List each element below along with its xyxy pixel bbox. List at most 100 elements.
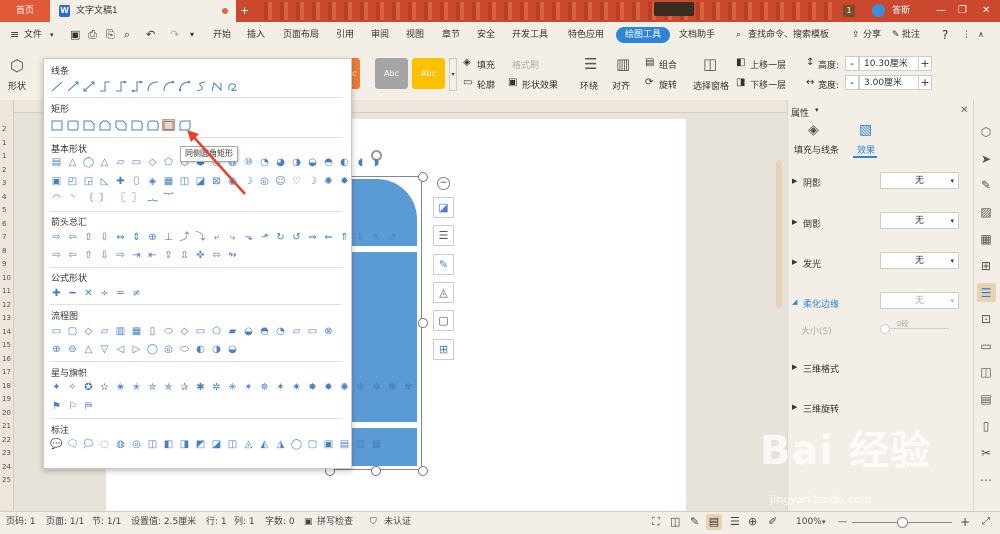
rect-row-shape-icon[interactable] (98, 119, 111, 131)
maximize-button[interactable]: ❐ (958, 0, 967, 22)
star-row-shape-icon[interactable]: ✱ (194, 382, 207, 394)
flow-row-shape-icon[interactable]: ◐ (194, 344, 207, 356)
flow-row-shape-icon[interactable]: ◁ (114, 344, 127, 356)
flow-row-shape-icon[interactable]: ◒ (242, 326, 255, 338)
flow-row-shape-icon[interactable]: ▭ (50, 326, 63, 338)
basic-row-shape-icon[interactable]: ◲ (82, 176, 95, 188)
zoom-level[interactable]: 100% (796, 511, 822, 533)
line-row-shape-icon[interactable] (66, 80, 79, 92)
formula-row-shape-icon[interactable]: ═ (114, 288, 127, 300)
rect-row-shape-icon[interactable] (82, 119, 95, 131)
flow-row-shape-icon[interactable]: ⬠ (210, 326, 223, 338)
menu-item-special-apps[interactable]: 特色应用 (568, 22, 604, 48)
callout-row-shape-icon[interactable]: ◪ (210, 439, 223, 451)
rotate-icon[interactable]: ⟳ (645, 77, 653, 88)
star-row-shape-icon[interactable]: ⚐ (66, 401, 79, 413)
callout-row-shape-icon[interactable]: ▢ (306, 439, 319, 451)
3d-rotation-label[interactable]: 三维旋转 (803, 402, 839, 415)
basic-row-shape-icon[interactable]: ⬠ (162, 157, 175, 169)
star-row-shape-icon[interactable]: ✫ (98, 382, 111, 394)
formula-row-shape-icon[interactable]: ━ (66, 288, 79, 300)
flow-row-shape-icon[interactable]: ⊗ (322, 326, 335, 338)
basic-row-shape-icon[interactable]: ✺ (322, 176, 335, 188)
callout-row-shape-icon[interactable]: ◫ (146, 439, 159, 451)
user-name[interactable]: 答斯 (892, 0, 910, 22)
menu-item-reference[interactable]: 引用 (336, 22, 354, 48)
arrow-row-shape-icon[interactable]: ⇦ (66, 232, 79, 244)
star-row-shape-icon[interactable]: ✴ (242, 382, 255, 394)
cursor-icon[interactable]: ➤ (979, 152, 993, 166)
shape-icon[interactable]: ⬡ (10, 56, 24, 75)
flow-row-shape-icon[interactable]: ⊕ (50, 344, 63, 356)
line-row-shape-icon[interactable] (178, 80, 191, 92)
callout-row-shape-icon[interactable]: ▤ (338, 439, 351, 451)
callout-row-shape-icon[interactable]: ◬ (242, 439, 255, 451)
menu-item-start[interactable]: 开始 (213, 22, 231, 48)
callout-row-shape-icon[interactable]: ◍ (114, 439, 127, 451)
status-pages[interactable]: 页面: 1/1 (46, 511, 84, 533)
fill-icon[interactable]: ◈ (463, 57, 471, 68)
rect-row-shape-icon[interactable] (162, 119, 175, 131)
file-menu[interactable]: 文件 (24, 22, 42, 48)
basic-row-shape-icon[interactable]: ▱ (114, 157, 127, 169)
redo-icon[interactable]: ↷ (170, 22, 179, 48)
basic-row-shape-icon[interactable]: ◰ (66, 176, 79, 188)
shape-side-icon[interactable]: ⬡ (979, 125, 993, 139)
close-button[interactable]: ✕ (982, 0, 990, 22)
tab-drawing-tools[interactable]: 绘图工具 (616, 27, 670, 43)
basic-row-shape-icon[interactable]: ⬯ (130, 176, 143, 188)
arrow-row-shape-icon[interactable]: ⇒ (306, 232, 319, 244)
save-icon[interactable]: ▣ (70, 22, 80, 48)
more-tools-icon[interactable]: ⊞ (433, 339, 454, 360)
lock-icon[interactable]: ⊡ (979, 312, 993, 326)
flow-row-shape-icon[interactable]: ◓ (258, 326, 271, 338)
rotate-button[interactable]: 旋转 (659, 78, 677, 91)
basic-row-shape-icon[interactable]: ◈ (146, 176, 159, 188)
star-row-shape-icon[interactable]: ✶ (274, 382, 287, 394)
star-row-shape-icon[interactable]: ✦ (50, 382, 63, 394)
formula-row-shape-icon[interactable]: ≠ (130, 288, 143, 300)
menu-item-view[interactable]: 视图 (406, 22, 424, 48)
star-row-shape-icon[interactable]: ✧ (66, 382, 79, 394)
settings-sliders-icon[interactable]: ☰ (979, 286, 993, 300)
tools-icon[interactable]: ✂ (979, 446, 993, 460)
basic-row-shape-icon[interactable]: ◐ (338, 157, 351, 169)
arrow-row-shape-icon[interactable]: ⊕ (146, 232, 159, 244)
page-icon[interactable]: ▭ (979, 339, 993, 353)
arrow-row-shape-icon[interactable]: ⇪ (162, 250, 175, 262)
new-tab-button[interactable]: + (240, 0, 252, 22)
arrow-row-shape-icon[interactable]: ⇫ (178, 250, 191, 262)
rect-row-shape-icon[interactable] (66, 119, 79, 131)
shape-edit-icon[interactable]: ◪ (433, 197, 454, 218)
pen-icon[interactable]: ✎ (433, 254, 454, 275)
callout-row-shape-icon[interactable]: ◭ (258, 439, 271, 451)
style-yellow[interactable]: Abc (412, 58, 445, 89)
arrow-row-shape-icon[interactable]: ⬄ (210, 250, 223, 262)
shape-button-label[interactable]: 形状 (8, 79, 26, 92)
chevron-down-icon[interactable]: ▾ (50, 22, 54, 48)
menu-item-security[interactable]: 安全 (477, 22, 495, 48)
line-row-shape-icon[interactable] (146, 80, 159, 92)
star-row-shape-icon[interactable]: ✬ (114, 382, 127, 394)
star-row-shape-icon[interactable]: ✭ (130, 382, 143, 394)
formula-row-shape-icon[interactable]: ✚ (50, 288, 63, 300)
more-options-icon[interactable]: ⋮ (962, 22, 971, 48)
basic-row-shape-icon[interactable]: 〖 (114, 193, 127, 205)
auth-status[interactable]: 未认证 (384, 511, 411, 533)
basic-row-shape-icon[interactable]: ◗ (370, 157, 383, 169)
flow-row-shape-icon[interactable]: ▽ (98, 344, 111, 356)
flow-row-shape-icon[interactable]: ▯ (146, 326, 159, 338)
callout-row-shape-icon[interactable]: ◌ (98, 439, 111, 451)
arrow-row-shape-icon[interactable]: ↬ (226, 250, 239, 262)
flow-row-shape-icon[interactable]: ⬭ (162, 326, 175, 338)
star-row-shape-icon[interactable]: ✵ (258, 382, 271, 394)
close-panel-icon[interactable]: ✕ (960, 105, 968, 116)
arrow-row-shape-icon[interactable]: ⤷ (226, 232, 239, 244)
edit-icon[interactable]: ✎ (979, 178, 993, 192)
expand-icon[interactable]: ▶ (792, 363, 797, 371)
basic-row-shape-icon[interactable]: ◔ (258, 157, 271, 169)
style-gray[interactable]: Abc (375, 58, 408, 89)
pen-mode-icon[interactable]: ✎ (690, 511, 699, 533)
image-icon[interactable]: ▨ (979, 205, 993, 219)
undo-icon[interactable]: ↶ (146, 22, 155, 48)
